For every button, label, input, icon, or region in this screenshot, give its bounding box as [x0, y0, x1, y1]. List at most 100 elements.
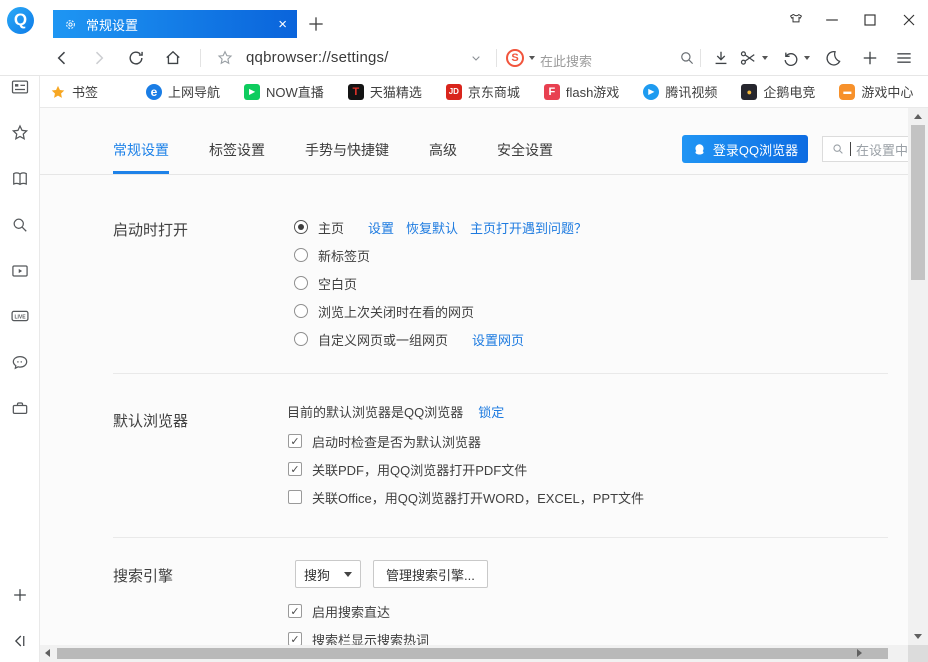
penguin-icon [692, 142, 707, 157]
scroll-left-arrow[interactable] [45, 649, 50, 657]
scroll-down-arrow[interactable] [914, 634, 922, 639]
radio-homepage[interactable] [294, 220, 308, 234]
horizontal-scrollbar[interactable] [40, 645, 908, 662]
url-dropdown-chevron-icon[interactable] [468, 50, 484, 66]
minimize-button[interactable] [817, 8, 847, 32]
sogou-engine-icon[interactable]: S [506, 49, 524, 67]
settings-search-input[interactable]: 在设置中搜 [822, 136, 908, 162]
bookmark-label: 腾讯视频 [665, 82, 717, 101]
jd-icon: JD [446, 84, 462, 100]
bookmark-item[interactable]: F flash游戏 [544, 82, 619, 101]
new-tab-button[interactable] [306, 14, 326, 34]
search-icon[interactable] [678, 49, 696, 67]
tab-advanced[interactable]: 高级 [429, 140, 457, 174]
checkbox-associate-office[interactable] [288, 490, 302, 504]
link-lock[interactable]: 锁定 [478, 402, 504, 421]
radio-label[interactable]: 空白页 [318, 274, 357, 293]
checkbox-label[interactable]: 关联Office，用QQ浏览器打开WORD，EXCEL，PPT文件 [312, 488, 644, 507]
feeds-card-icon[interactable] [10, 77, 30, 97]
home-button[interactable] [163, 48, 183, 68]
tab-close-icon[interactable]: × [278, 17, 287, 32]
checkbox-row-direct-search: ✓ 启用搜索直达 [288, 601, 390, 621]
scroll-up-arrow[interactable] [914, 114, 922, 119]
radio-last-session[interactable] [294, 304, 308, 318]
radio-blank-page[interactable] [294, 276, 308, 290]
bookmark-item[interactable]: e 上网导航 [146, 82, 220, 101]
theme-shirt-button[interactable] [781, 8, 811, 32]
reading-book-icon[interactable] [10, 169, 30, 189]
night-mode-moon-button[interactable] [823, 48, 843, 68]
radio-label[interactable]: 新标签页 [318, 246, 370, 265]
vertical-scrollbar[interactable] [908, 108, 928, 645]
vertical-scrollbar-thumb[interactable] [911, 125, 925, 280]
screenshot-scissors-button[interactable] [738, 48, 758, 68]
bookmark-item[interactable]: T 天猫精选 [348, 82, 422, 101]
section-divider [113, 537, 888, 538]
tab-tabs[interactable]: 标签设置 [209, 140, 265, 174]
checkbox-associate-pdf[interactable]: ✓ [288, 462, 302, 476]
maximize-button[interactable] [855, 8, 885, 32]
checkbox-label[interactable]: 关联PDF，用QQ浏览器打开PDF文件 [312, 460, 527, 479]
download-button[interactable] [711, 48, 731, 68]
radio-row-last-session: 浏览上次关闭时在看的网页 [294, 301, 474, 321]
scroll-right-arrow[interactable] [857, 649, 862, 657]
manage-search-engines-button[interactable]: 管理搜索引擎... [373, 560, 488, 588]
bookmarks-root-button[interactable]: 书签 [50, 82, 98, 101]
bookmark-item[interactable]: ▶ NOW直播 [244, 82, 324, 101]
back-button[interactable] [52, 48, 72, 68]
video-player-icon[interactable] [10, 261, 30, 281]
checkbox-check-default[interactable]: ✓ [288, 434, 302, 448]
bookmark-item[interactable]: ▬ 游戏中心 [839, 82, 913, 101]
forward-button[interactable] [89, 48, 109, 68]
horizontal-scrollbar-thumb[interactable] [57, 648, 888, 659]
checkbox-direct-search[interactable]: ✓ [288, 604, 302, 618]
sidebar-add-icon[interactable] [10, 585, 30, 605]
bookmark-label: 上网导航 [168, 82, 220, 101]
collapse-sidebar-icon[interactable] [10, 631, 30, 651]
url-field[interactable]: qqbrowser://settings/ [246, 49, 389, 66]
toolbar-divider [496, 49, 497, 67]
link-homepage-problem[interactable]: 主页打开遇到问题？ [470, 218, 587, 237]
bookmark-item[interactable]: ● 企鹅电竞 [741, 82, 815, 101]
bookmark-item[interactable]: ▶ 腾讯视频 [643, 82, 717, 101]
live-icon[interactable]: LIVE [10, 306, 30, 326]
radio-custom-pages[interactable] [294, 332, 308, 346]
qq-browser-logo[interactable]: Q [7, 7, 34, 34]
radio-new-tab-page[interactable] [294, 248, 308, 262]
tab-general-settings[interactable]: 常规设置 × [53, 10, 297, 38]
menu-hamburger-button[interactable] [894, 48, 914, 68]
bookmark-label: flash游戏 [566, 82, 619, 101]
scissors-caret-icon[interactable] [762, 56, 768, 60]
checkbox-label[interactable]: 搜索栏显示搜索热词 [312, 630, 429, 646]
favorite-star-icon[interactable] [216, 49, 234, 67]
restore-tab-button[interactable] [780, 48, 800, 68]
checkbox-row-check-default: ✓ 启动时检查是否为默认浏览器 [288, 431, 481, 451]
link-set-pages[interactable]: 设置网页 [472, 330, 524, 349]
checkbox-label[interactable]: 启用搜索直达 [312, 602, 390, 621]
link-restore-default[interactable]: 恢复默认 [406, 218, 458, 237]
history-search-icon[interactable] [10, 215, 30, 235]
search-engine-dropdown[interactable]: 搜狗 [295, 560, 361, 588]
bookmark-item[interactable]: JD 京东商城 [446, 82, 520, 101]
login-qq-browser-button[interactable]: 登录QQ浏览器 [682, 135, 808, 163]
favorites-star-icon[interactable] [10, 123, 30, 143]
checkbox-hot-words[interactable]: ✓ [288, 632, 302, 645]
tab-general[interactable]: 常规设置 [113, 140, 169, 174]
toolbox-bag-icon[interactable] [10, 398, 30, 418]
bookmark-label: NOW直播 [266, 82, 324, 101]
toolbar-search-input[interactable]: 在此搜索 [540, 51, 592, 70]
engine-caret-icon[interactable] [529, 56, 535, 60]
tab-security[interactable]: 安全设置 [497, 140, 553, 174]
tab-gestures-shortcuts[interactable]: 手势与快捷键 [305, 140, 389, 174]
refresh-button[interactable] [126, 48, 146, 68]
add-button[interactable] [860, 48, 880, 68]
close-button[interactable] [894, 8, 924, 32]
radio-label[interactable]: 主页 [318, 218, 344, 237]
chevron-down-icon [344, 572, 352, 577]
feedback-chat-icon[interactable] [10, 352, 30, 372]
radio-label[interactable]: 浏览上次关闭时在看的网页 [318, 302, 474, 321]
checkbox-label[interactable]: 启动时检查是否为默认浏览器 [312, 432, 481, 451]
radio-label[interactable]: 自定义网页或一组网页 [318, 330, 448, 349]
restore-caret-icon[interactable] [804, 56, 810, 60]
link-set-homepage[interactable]: 设置 [368, 218, 394, 237]
